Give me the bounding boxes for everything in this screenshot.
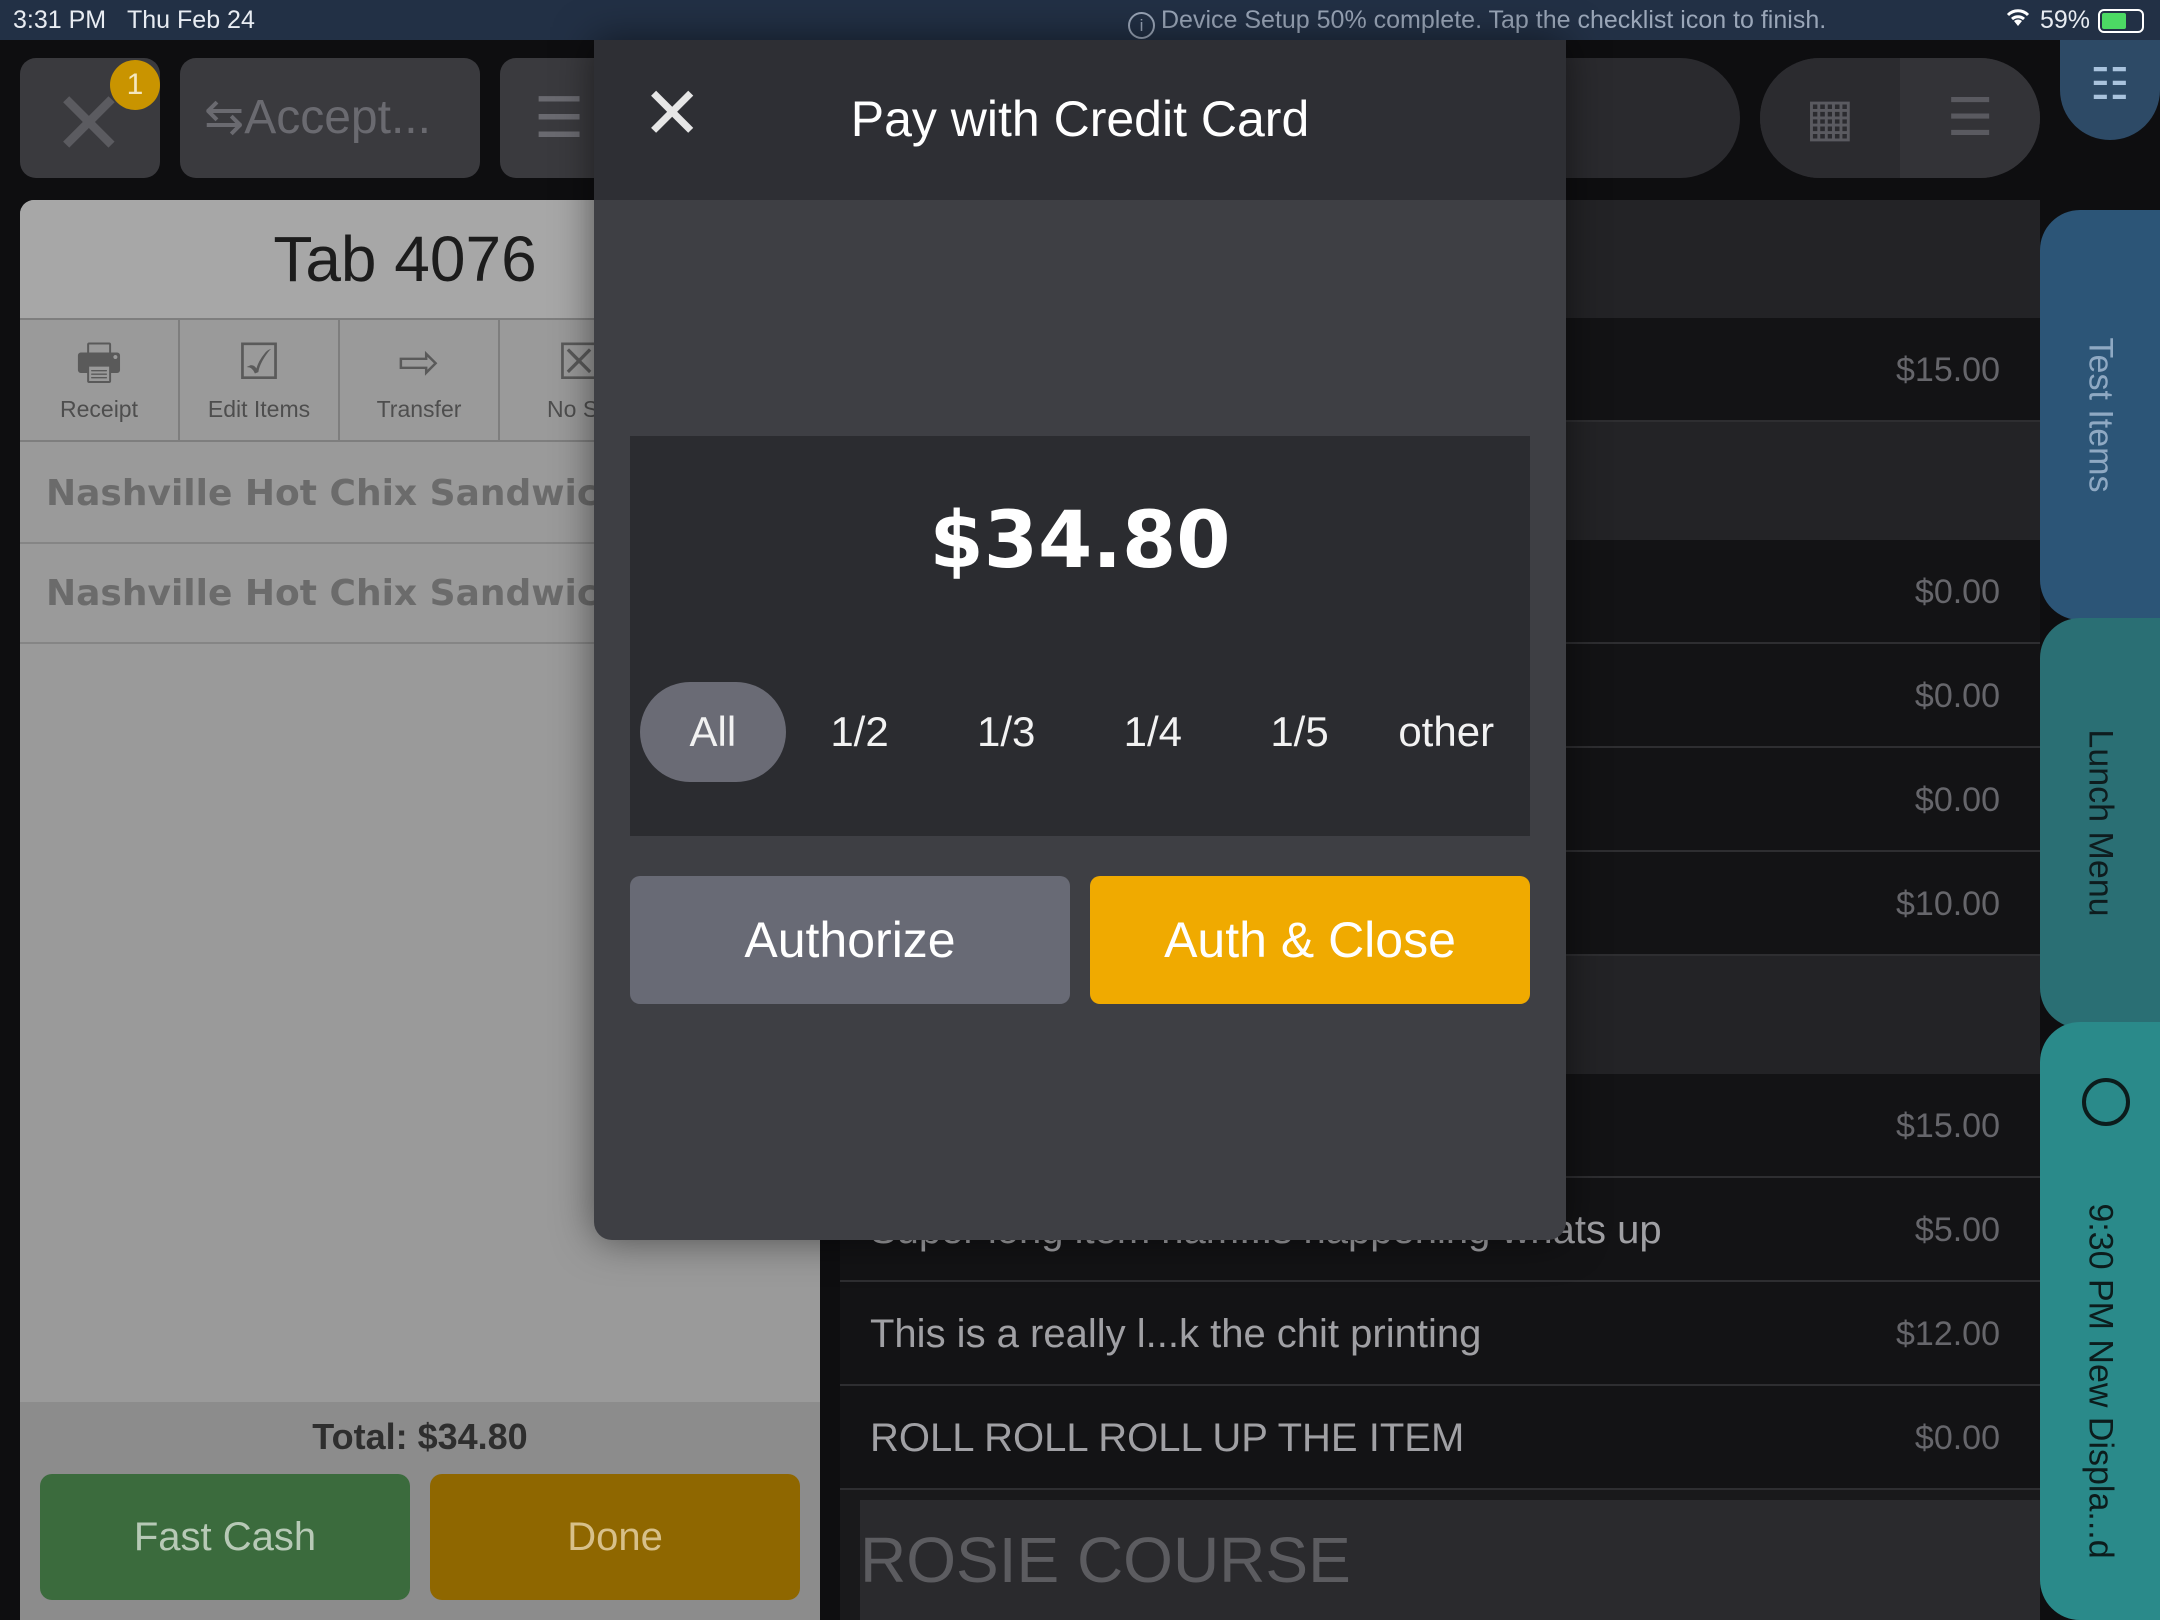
status-bar: 3:31 PM Thu Feb 24 i Device Setup 50% com…: [0, 0, 2160, 40]
grid-view-icon[interactable]: ▦: [1760, 58, 1900, 178]
menu-item-price: $15.00: [1896, 1107, 2000, 1145]
clock-icon: [2082, 1078, 2130, 1126]
device-setup-notice[interactable]: i Device Setup 50% complete. Tap the chec…: [1128, 6, 1826, 39]
wifi-icon: [2004, 6, 2032, 35]
split-quarter[interactable]: 1/4: [1080, 682, 1226, 782]
edit-items-button[interactable]: ☑ Edit Items: [180, 320, 340, 442]
transfer-button[interactable]: ⇨ Transfer: [340, 320, 500, 442]
tab-footer: Total: $34.80 Fast Cash Done: [20, 1402, 820, 1620]
battery-percent: 59%: [2039, 6, 2090, 34]
edit-icon: ☑: [236, 334, 282, 390]
tab-total: Total: $34.80: [312, 1416, 528, 1457]
checklist-button[interactable]: ☷: [2060, 40, 2160, 140]
close-icon: ✕: [642, 74, 703, 154]
list-view-icon[interactable]: ☰: [1900, 58, 2040, 178]
done-button[interactable]: Done: [430, 1474, 800, 1600]
menu-item-price: $0.00: [1914, 1419, 2000, 1457]
course-header: ROSIE COURSE: [860, 1500, 2040, 1620]
receipt-icon: 🖶: [75, 334, 123, 390]
side-tab-lunch-menu[interactable]: Lunch Menu: [2040, 618, 2160, 1028]
status-time: 3:31 PM: [13, 6, 107, 34]
edit-items-label: Edit Items: [207, 396, 311, 422]
side-tab-label: Lunch Menu: [2081, 729, 2120, 917]
amount-box: $34.80 All 1/2 1/3 1/4 1/5 other: [630, 436, 1530, 836]
auth-and-close-button[interactable]: Auth & Close: [1090, 876, 1530, 1004]
fast-cash-button[interactable]: Fast Cash: [40, 1474, 410, 1600]
split-half[interactable]: 1/2: [787, 682, 933, 782]
receipt-label: Receipt: [60, 396, 138, 422]
split-third[interactable]: 1/3: [933, 682, 1079, 782]
notification-badge: 1: [110, 60, 160, 110]
menu-item-row[interactable]: ROLL ROLL ROLL UP THE ITEM $0.00: [840, 1386, 2040, 1490]
menu-item-price: $5.00: [1914, 1211, 2000, 1249]
menu-item-row[interactable]: This is a really l...k the chit printing…: [840, 1282, 2040, 1386]
checklist-icon: ☷: [2090, 60, 2130, 109]
status-right: 59%: [2004, 6, 2144, 35]
accept-button[interactable]: ⇆Accept...: [180, 58, 480, 178]
side-tab-label: 9:30 PM New Displa...d: [2081, 1203, 2120, 1559]
status-date: Thu Feb 24: [127, 6, 255, 34]
search-field[interactable]: [1560, 58, 1740, 178]
menu-item-name: ROLL ROLL ROLL UP THE ITEM: [870, 1416, 1465, 1460]
transfer-label: Transfer: [376, 396, 462, 422]
battery-icon: [2098, 8, 2144, 33]
pay-credit-card-modal: Pay with Credit Card ✕ $34.80 All 1/2 1/…: [594, 40, 1566, 1240]
modal-header: Pay with Credit Card ✕: [594, 40, 1566, 200]
menu-item-price: $15.00: [1896, 351, 2000, 389]
device-setup-notice-text: Device Setup 50% complete. Tap the check…: [1161, 6, 1827, 34]
arrow-right-icon: ⇨: [398, 334, 440, 390]
split-other[interactable]: other: [1373, 682, 1519, 782]
split-fifth[interactable]: 1/5: [1227, 682, 1373, 782]
menu-item-price: $0.00: [1914, 781, 2000, 819]
receipt-button[interactable]: 🖶 Receipt: [20, 320, 180, 442]
modal-close-button[interactable]: ✕: [642, 78, 702, 150]
menu-item-price: $12.00: [1896, 1315, 2000, 1353]
modal-title: Pay with Credit Card: [850, 91, 1310, 147]
menu-item-price: $10.00: [1896, 885, 2000, 923]
side-tab-new-display[interactable]: 9:30 PM New Displa...d: [2040, 1022, 2160, 1620]
menu-item-name: This is a really l...k the chit printing: [870, 1312, 1482, 1356]
list-icon: ☰: [534, 86, 585, 149]
menu-item-price: $0.00: [1914, 573, 2000, 611]
view-toggle[interactable]: ▦ ☰: [1760, 58, 2040, 178]
side-tab-test-items[interactable]: Test Items: [2040, 210, 2160, 620]
split-all[interactable]: All: [640, 682, 786, 782]
menu-item-price: $0.00: [1914, 677, 2000, 715]
payment-amount: $34.80: [929, 496, 1231, 586]
info-icon: i: [1128, 12, 1155, 39]
side-tab-label: Test Items: [2081, 337, 2120, 493]
split-options: All 1/2 1/3 1/4 1/5 other: [640, 682, 1520, 782]
authorize-button[interactable]: Authorize: [630, 876, 1070, 1004]
